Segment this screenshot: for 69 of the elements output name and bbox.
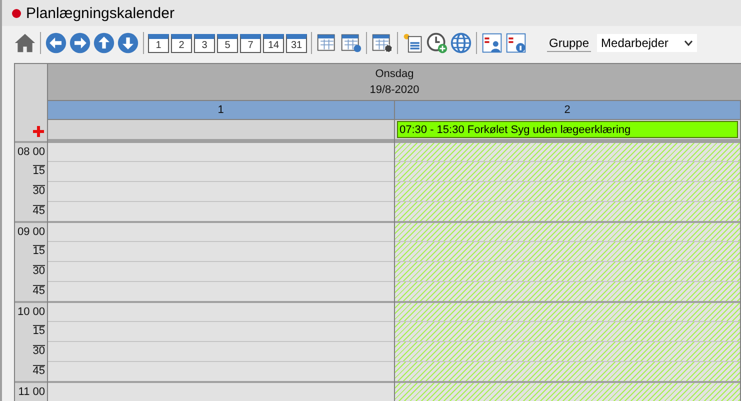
time-label: 30 <box>32 265 45 277</box>
clock-add-icon[interactable] <box>426 32 448 54</box>
day-count-button[interactable]: 31 <box>286 34 307 52</box>
time-label: 15 <box>32 325 45 337</box>
arrow-down-icon[interactable] <box>117 32 139 54</box>
day-count-button[interactable]: 7 <box>240 34 261 52</box>
time-slot[interactable] <box>48 301 394 321</box>
time-slot[interactable] <box>48 181 394 201</box>
chevron-down-icon <box>684 40 694 46</box>
unavailable-slot[interactable] <box>394 341 740 361</box>
time-label: 09 00 <box>17 226 45 238</box>
time-label: 10 00 <box>17 306 45 318</box>
time-label: 45 <box>32 365 45 377</box>
time-slot[interactable] <box>48 161 394 181</box>
plus-icon[interactable] <box>33 126 44 137</box>
unavailable-slot[interactable] <box>394 241 740 261</box>
calendar-event[interactable]: 07:30 - 15:30 Forkølet Syg uden lægeerklæring <box>396 121 738 138</box>
new-document-icon[interactable] <box>402 32 424 54</box>
time-label: 30 <box>32 185 45 197</box>
weekday-label: Onsdag <box>375 68 414 80</box>
calendar-settings-icon[interactable] <box>371 32 393 54</box>
status-dot-icon <box>12 8 21 18</box>
unavailable-slot[interactable] <box>394 161 740 181</box>
time-slot[interactable] <box>48 221 394 241</box>
day-count-button[interactable]: 3 <box>194 34 215 52</box>
time-slot[interactable] <box>48 141 394 161</box>
unavailable-slot[interactable] <box>394 261 740 281</box>
day-count-button[interactable]: 5 <box>217 34 238 52</box>
day-count-button[interactable]: 1 <box>148 34 169 52</box>
time-label: 30 <box>32 345 45 357</box>
window-title: Planlægningskalender <box>26 4 174 22</box>
unavailable-slot[interactable] <box>394 281 740 301</box>
time-slot[interactable] <box>48 321 394 341</box>
column-header[interactable]: 1 <box>48 101 394 120</box>
arrow-up-icon[interactable] <box>93 32 115 54</box>
unavailable-slot[interactable] <box>394 321 740 341</box>
time-slot[interactable] <box>48 241 394 261</box>
unavailable-slot[interactable] <box>394 141 740 161</box>
day-count-button[interactable]: 2 <box>171 34 192 52</box>
unavailable-slot[interactable] <box>394 381 740 401</box>
home-icon[interactable] <box>14 32 36 54</box>
time-label: 08 00 <box>17 146 45 158</box>
time-slot[interactable] <box>48 341 394 361</box>
group-dropdown[interactable]: Medarbejder <box>597 34 698 52</box>
unavailable-slot[interactable] <box>394 301 740 321</box>
time-slot[interactable] <box>48 281 394 301</box>
column-header[interactable]: 2 <box>394 101 740 120</box>
group-label: Gruppe <box>547 34 592 52</box>
unavailable-slot[interactable] <box>394 201 740 221</box>
time-label: 15 <box>32 245 45 257</box>
unavailable-slot[interactable] <box>394 181 740 201</box>
info-list-icon[interactable] <box>505 32 527 54</box>
time-slot[interactable] <box>48 261 394 281</box>
time-slot[interactable] <box>48 201 394 221</box>
unavailable-slot[interactable] <box>394 221 740 241</box>
time-label: 11 00 <box>18 386 45 398</box>
time-slot[interactable] <box>48 361 394 381</box>
arrow-right-icon[interactable] <box>69 32 91 54</box>
day-count-button[interactable]: 14 <box>263 34 284 52</box>
arrow-left-icon[interactable] <box>45 32 67 54</box>
time-slot[interactable] <box>48 381 394 401</box>
unavailable-slot[interactable] <box>394 361 740 381</box>
calendar-grid-icon[interactable] <box>316 32 338 54</box>
time-label: 15 <box>32 165 45 177</box>
time-label: 45 <box>32 285 45 297</box>
time-label: 45 <box>32 205 45 217</box>
date-label: 19/8-2020 <box>370 84 420 96</box>
globe-icon[interactable] <box>450 32 472 54</box>
user-list-icon[interactable] <box>481 32 503 54</box>
